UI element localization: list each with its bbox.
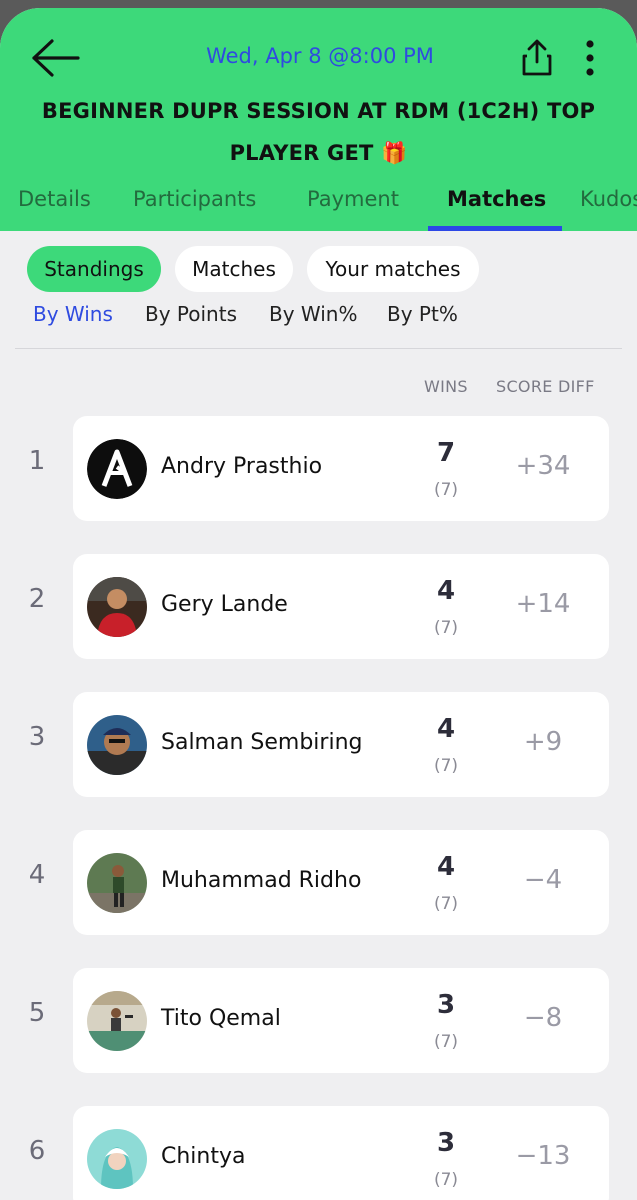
score-diff: +9 — [523, 727, 563, 757]
photo-avatar — [87, 715, 147, 775]
app-screen: Wed, Apr 8 @8:00 PM BEGINNER DUPR SESSIO… — [0, 8, 637, 1200]
score-diff: +14 — [515, 589, 571, 619]
share-icon[interactable] — [521, 38, 553, 78]
player-name: Tito Qemal — [161, 1006, 281, 1031]
rank-number: 4 — [28, 860, 46, 890]
player-name: Andry Prasthio — [161, 454, 323, 479]
score-diff: −13 — [515, 1141, 571, 1171]
score-diff: −8 — [523, 1003, 563, 1033]
score-diff: −4 — [523, 865, 563, 895]
rank-number: 6 — [28, 1136, 46, 1166]
event-title: BEGINNER DUPR SESSION AT RDM (1C2H) TOP … — [30, 90, 607, 174]
tab-details[interactable]: Details — [18, 184, 91, 231]
photo-avatar — [87, 991, 147, 1051]
wins-count: 4 — [436, 714, 456, 744]
event-title-line-1: BEGINNER DUPR SESSION AT RDM (1C2H) TOP — [41, 99, 596, 123]
standing-row[interactable]: Chintya 3 (7) −13 — [73, 1106, 609, 1200]
tab-matches[interactable]: Matches — [447, 184, 546, 231]
column-header-score-diff: SCORE DIFF — [496, 377, 595, 396]
event-title-line-2: PLAYER GET 🎁 — [229, 141, 408, 165]
wins-count: 4 — [436, 852, 456, 882]
standing-row[interactable]: Salman Sembiring 4 (7) +9 — [73, 692, 609, 797]
games-played: (7) — [433, 1032, 459, 1052]
standing-row[interactable]: Gery Lande 4 (7) +14 — [73, 554, 609, 659]
sort-by-wins[interactable]: By Wins — [33, 302, 113, 326]
sort-by-points[interactable]: By Points — [145, 302, 237, 326]
back-arrow-icon[interactable] — [30, 38, 82, 78]
active-tab-indicator — [428, 226, 562, 231]
player-name: Salman Sembiring — [161, 730, 363, 755]
rank-number: 2 — [28, 584, 46, 614]
score-diff: +34 — [515, 451, 571, 481]
wins-count: 3 — [436, 1128, 456, 1158]
more-options-icon[interactable] — [578, 38, 602, 78]
event-tabs: Details Participants Payment Matches Kud… — [0, 184, 637, 231]
chip-your-matches[interactable]: Your matches — [307, 246, 479, 292]
sort-by-win-pct[interactable]: By Win% — [269, 302, 358, 326]
event-header: Wed, Apr 8 @8:00 PM BEGINNER DUPR SESSIO… — [0, 8, 637, 231]
player-name: Gery Lande — [161, 592, 288, 617]
logo-avatar — [87, 439, 147, 499]
games-played: (7) — [433, 894, 459, 914]
games-played: (7) — [433, 756, 459, 776]
event-date: Wed, Apr 8 @8:00 PM — [206, 44, 434, 68]
sort-options: By Wins By Points By Win% By Pt% — [0, 302, 637, 334]
standing-row[interactable]: Muhammad Ridho 4 (7) −4 — [73, 830, 609, 935]
sort-by-pt-pct[interactable]: By Pt% — [387, 302, 458, 326]
games-played: (7) — [433, 618, 459, 638]
tab-participants[interactable]: Participants — [133, 184, 256, 231]
rank-number: 5 — [28, 998, 46, 1028]
photo-avatar — [87, 577, 147, 637]
rank-number: 3 — [28, 722, 46, 752]
games-played: (7) — [433, 1170, 459, 1190]
chip-matches[interactable]: Matches — [175, 246, 293, 292]
photo-avatar — [87, 1129, 147, 1189]
wins-count: 3 — [436, 990, 456, 1020]
wins-count: 4 — [436, 576, 456, 606]
tab-payment[interactable]: Payment — [307, 184, 399, 231]
player-name: Muhammad Ridho — [161, 868, 362, 893]
rank-number: 1 — [28, 446, 46, 476]
standing-row[interactable]: Andry Prasthio 7 (7) +34 — [73, 416, 609, 521]
chip-standings[interactable]: Standings — [27, 246, 161, 292]
photo-avatar — [87, 853, 147, 913]
player-name: Chintya — [161, 1144, 246, 1169]
column-header-wins: WINS — [424, 377, 468, 396]
tab-kudos[interactable]: Kudos — [580, 184, 637, 231]
games-played: (7) — [433, 480, 459, 500]
wins-count: 7 — [436, 438, 456, 468]
standing-row[interactable]: Tito Qemal 3 (7) −8 — [73, 968, 609, 1073]
divider — [15, 348, 622, 349]
